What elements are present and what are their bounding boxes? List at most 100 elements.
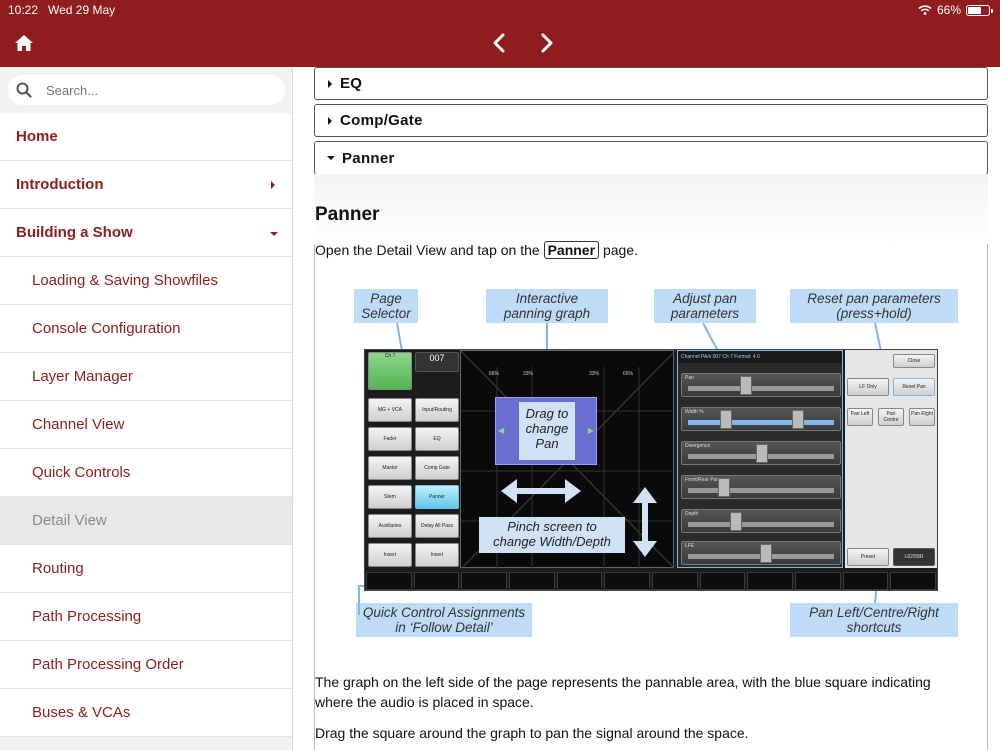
sidebar-item-home[interactable]: Home — [0, 113, 292, 161]
sidebar-item-channel-view[interactable]: Channel View — [0, 401, 292, 449]
sidebar-item-label: Building a Show — [16, 224, 133, 241]
pan-left-button: Pan Left — [847, 408, 873, 426]
sidebar-item-buses-vcas[interactable]: Buses & VCAs — [0, 689, 292, 737]
close-button: Close — [893, 354, 935, 368]
param-knob — [740, 376, 752, 395]
sidebar-item-label: Path Processing — [32, 608, 142, 625]
pan-left-label: Pan Left — [850, 411, 870, 417]
status-date: Wed 29 May — [48, 3, 116, 17]
search-input[interactable] — [46, 79, 276, 101]
wifi-icon — [918, 5, 932, 15]
param-row: Width % — [681, 407, 841, 431]
quick-control-slot — [842, 572, 889, 590]
param-row: Divergence — [681, 441, 841, 465]
channel-number-text: 007 — [429, 353, 445, 363]
callout-page-selector: Page Selector — [354, 289, 418, 323]
sidebar-item-label: Home — [16, 128, 58, 145]
top-bar: 10:22 Wed 29 May 66% — [0, 0, 1000, 67]
param-label: Pan — [685, 375, 694, 381]
sidebar-item-label: Routing — [32, 560, 84, 577]
intro-paragraph: Open the Detail View and tap on the Pann… — [315, 240, 965, 260]
quick-control-slot — [509, 572, 555, 590]
param-label: Front/Rear Pan — [685, 477, 720, 483]
console-button-label: Comp Gate — [424, 465, 450, 471]
quick-control-strip — [365, 572, 937, 590]
callout-reset-params: Reset pan parameters (press+hold) — [790, 289, 958, 323]
sidebar-item-building-a-show[interactable]: Building a Show — [0, 209, 292, 257]
callout-interactive-graph: Interactive panning graph — [486, 289, 608, 323]
console-button-label: MG + VCA — [377, 407, 403, 413]
quick-control-slot — [652, 572, 698, 590]
param-knob — [792, 410, 804, 429]
sidebar-item-label: Path Processing Order — [32, 656, 184, 673]
console-button: Stem — [368, 485, 412, 509]
accordion-label: EQ — [340, 75, 363, 92]
intro-text-end: page. — [602, 242, 638, 258]
accordion-eq[interactable]: EQ — [314, 67, 988, 100]
channel-label: Ch 7 — [384, 353, 396, 359]
sidebar-item-label: Channel View — [32, 416, 125, 433]
sidebar-item-layer-manager[interactable]: Layer Manager — [0, 353, 292, 401]
accordion-panner[interactable]: Panner — [314, 141, 988, 175]
param-label: LFE — [685, 543, 695, 549]
param-row: LFE — [681, 541, 841, 565]
sidebar-item-path-processing-order[interactable]: Path Processing Order — [0, 641, 292, 689]
callout-pan-shortcuts: Pan Left/Centre/Right shortcuts — [790, 603, 958, 637]
panel-shade — [314, 174, 988, 244]
sidebar-item-loading-saving[interactable]: Loading & Saving Showfiles — [0, 257, 292, 305]
sidebar-item-routing[interactable]: Routing — [0, 545, 292, 593]
sidebar-item-quick-controls[interactable]: Quick Controls — [0, 449, 292, 497]
console-button-label: Auxiliaries — [378, 523, 402, 529]
sidebar-item-introduction[interactable]: Introduction — [0, 161, 292, 209]
quick-control-slot — [795, 572, 841, 590]
console-button-label: Insert — [430, 552, 444, 558]
lf-only-button: LF Only — [847, 378, 889, 396]
param-label: Depth — [685, 511, 699, 517]
format-label: L62/58R — [904, 554, 924, 560]
sidebar-item-detail-view[interactable]: Detail View — [0, 497, 292, 545]
chevron-left-icon[interactable] — [490, 32, 510, 54]
sidebar-item-console-configuration[interactable]: Console Configuration — [0, 305, 292, 353]
param-row: Depth — [681, 509, 841, 533]
console-button: EQ — [415, 427, 459, 451]
format-readout: L62/58R — [893, 548, 935, 566]
channel-color-chip: Ch 7 — [368, 352, 412, 390]
sidebar-item-label: Buses & VCAs — [32, 704, 131, 721]
param-knob — [760, 544, 772, 563]
console-right-panel: Close LF Only Reset Pan Pan Left Pan Cen… — [845, 350, 937, 568]
body-paragraph: The graph on the left side of the page r… — [315, 674, 931, 710]
console-button-label: Stem — [384, 494, 396, 500]
main-content: EQ Comp/Gate Panner Panner Open the Deta… — [294, 67, 1000, 750]
search-box — [8, 75, 285, 105]
preset-button: Preset — [847, 548, 889, 566]
param-label: Divergence — [685, 443, 711, 449]
battery-icon — [966, 4, 993, 16]
accordion-label: Comp/Gate — [340, 112, 423, 129]
battery-fill — [968, 6, 982, 14]
sidebar-item-path-processing[interactable]: Path Processing — [0, 593, 292, 641]
pan-right-label: Pan Right — [911, 411, 933, 417]
param-knob — [718, 478, 730, 497]
sidebar-item-label: Detail View — [32, 512, 107, 529]
sidebar-item-label: Layer Manager — [32, 368, 133, 385]
quick-control-slot — [413, 572, 460, 590]
sidebar: Home Introduction Building a Show Loadin… — [0, 67, 293, 750]
battery-percent: 66% — [936, 3, 961, 17]
caret-down-icon — [270, 232, 278, 236]
console-button: Delay All Pass — [415, 514, 459, 538]
caret-right-icon — [271, 181, 275, 189]
panner-figure: Page Selector Interactive panning graph … — [354, 285, 964, 645]
leader-line — [358, 585, 360, 615]
console-button: Comp Gate — [415, 456, 459, 480]
home-icon[interactable] — [14, 34, 34, 52]
reset-pan-button: Reset Pan — [893, 378, 935, 396]
quick-control-slot — [604, 572, 651, 590]
callout-quick-control: Quick Control Assignments in ‘Follow Det… — [356, 603, 532, 637]
chevron-right-icon[interactable] — [536, 32, 556, 54]
console-button: Auxiliaries — [368, 514, 412, 538]
pan-parameters: Channel PA/s 007 Ch 7 Format: 4.0 Pan Wi… — [677, 350, 843, 568]
accordion-label: Panner — [342, 149, 395, 167]
param-knob — [756, 444, 768, 463]
accordion-comp-gate[interactable]: Comp/Gate — [314, 104, 988, 137]
pan-right-button: Pan Right — [909, 408, 935, 426]
